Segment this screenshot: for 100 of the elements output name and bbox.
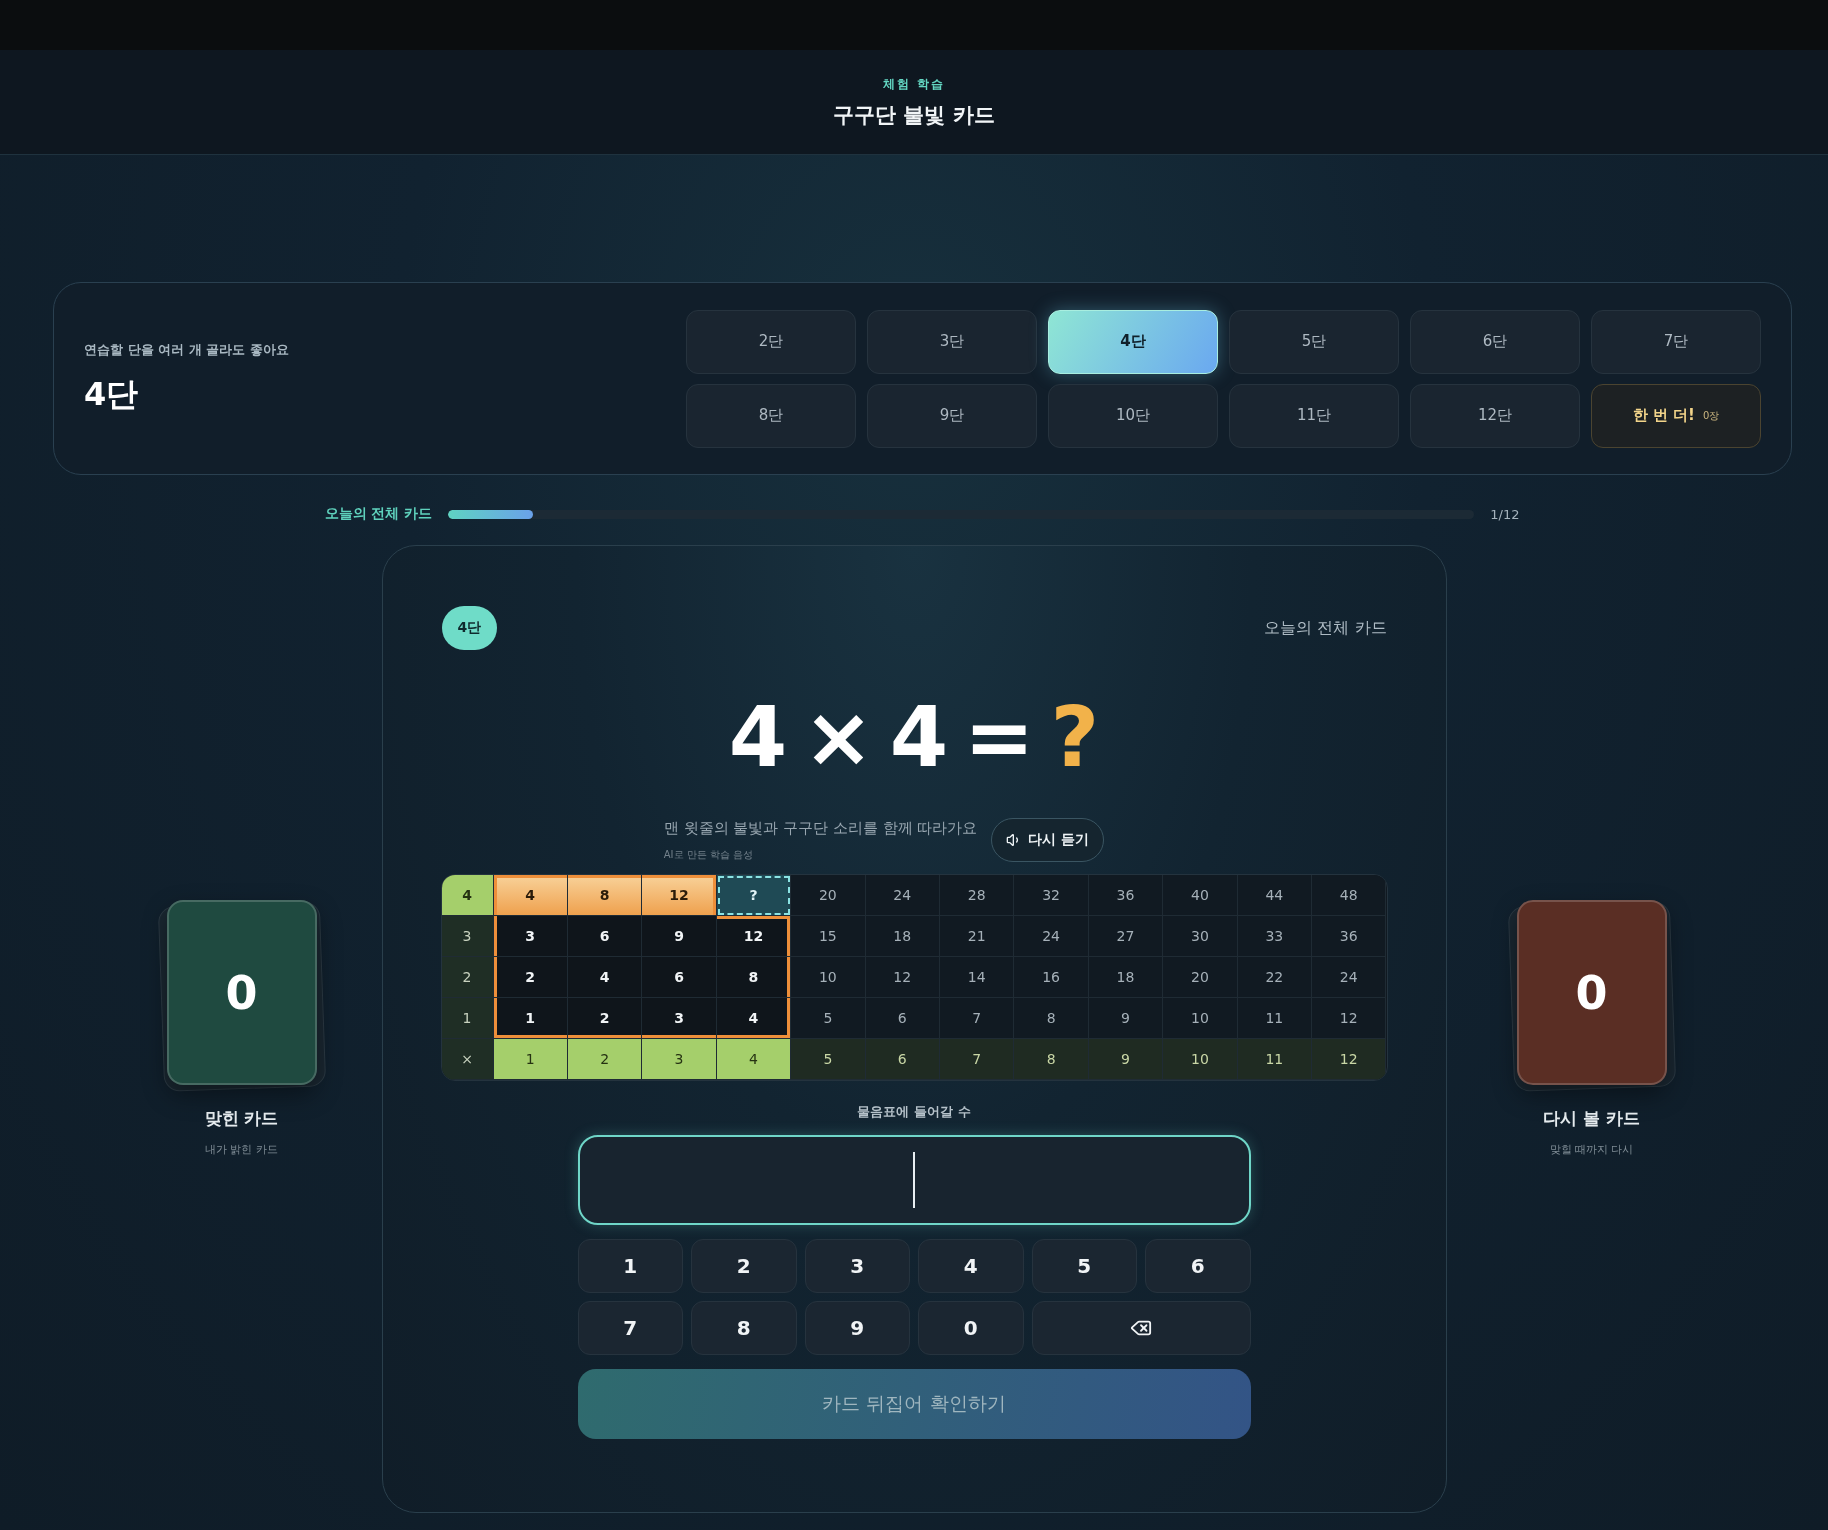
table-cell: 4 bbox=[716, 998, 792, 1039]
table-option[interactable]: 7단 bbox=[1591, 309, 1761, 374]
pile-title: 다시 볼 카드 bbox=[1543, 1107, 1640, 1130]
table-badge: 4단 bbox=[441, 606, 498, 650]
table-cell: 24 bbox=[1312, 957, 1387, 998]
pile-caption: 맞힐 때까지 다시 bbox=[1549, 1142, 1634, 1157]
table-cell: 5 bbox=[791, 998, 866, 1039]
table-cell: 8 bbox=[567, 875, 643, 916]
retry-button[interactable]: 한 번 더! 0장 bbox=[1591, 383, 1761, 448]
table-cell: 9 bbox=[1088, 998, 1164, 1039]
header-eyebrow: 체험 학습 bbox=[882, 75, 946, 93]
table-option[interactable]: 10단 bbox=[1048, 383, 1218, 448]
axis-cell: 2 bbox=[567, 1039, 643, 1080]
axis-cell: 5 bbox=[791, 1039, 866, 1080]
equation-equals: = bbox=[964, 688, 1035, 786]
listening-hint: 맨 윗줄의 불빛과 구구단 소리를 함께 따라가요 bbox=[663, 818, 978, 838]
table-option[interactable]: 3단 bbox=[867, 309, 1037, 374]
text-caret bbox=[913, 1152, 915, 1208]
table-cell: 15 bbox=[791, 916, 866, 957]
table-cell: 18 bbox=[1088, 957, 1164, 998]
deck-label: 오늘의 전체 카드 bbox=[1264, 617, 1387, 639]
answer-label: 물음표에 들어갈 수 bbox=[857, 1103, 971, 1121]
voice-note: AI로 만든 학습 음성 bbox=[663, 847, 755, 862]
axis-cell: 12 bbox=[1312, 1039, 1387, 1080]
table-cell: 33 bbox=[1237, 916, 1313, 957]
table-cell: 32 bbox=[1014, 875, 1089, 916]
digit-key[interactable]: 5 bbox=[1031, 1239, 1137, 1293]
table-cell: 4 bbox=[493, 875, 568, 916]
table-cell: 20 bbox=[791, 875, 866, 916]
table-cell: 21 bbox=[940, 916, 1015, 957]
digit-key[interactable]: 9 bbox=[804, 1301, 910, 1355]
answer-field[interactable] bbox=[577, 1135, 1251, 1225]
table-option[interactable]: 11단 bbox=[1229, 383, 1399, 448]
table-cell: 12 bbox=[716, 916, 792, 957]
table-cell: 2 bbox=[493, 957, 568, 998]
row-header-cell: 3 bbox=[441, 916, 494, 957]
axis-cell: 1 bbox=[493, 1039, 568, 1080]
table-cell: 8 bbox=[1014, 998, 1089, 1039]
table-cell: 30 bbox=[1163, 916, 1238, 957]
table-cell: 12 bbox=[865, 957, 940, 998]
digit-key[interactable]: 2 bbox=[691, 1239, 797, 1293]
table-option[interactable]: 5단 bbox=[1229, 309, 1399, 374]
table-cell: 10 bbox=[791, 957, 866, 998]
table-cell: 16 bbox=[1014, 957, 1089, 998]
table-cell: 24 bbox=[865, 875, 940, 916]
table-cell: 12 bbox=[1312, 998, 1387, 1039]
row-header-cell: 4 bbox=[441, 875, 494, 916]
listen-again-button[interactable]: 다시 듣기 bbox=[991, 818, 1105, 862]
row-header-cell: 2 bbox=[441, 957, 494, 998]
axis-cell: 6 bbox=[865, 1039, 940, 1080]
digit-key[interactable]: 6 bbox=[1145, 1239, 1251, 1293]
equation-unknown: ? bbox=[1050, 688, 1100, 786]
progress-label: 오늘의 전체 카드 bbox=[324, 505, 433, 523]
digit-key[interactable]: 7 bbox=[577, 1301, 683, 1355]
table-cell: 8 bbox=[716, 957, 792, 998]
table-cell: 11 bbox=[1237, 998, 1313, 1039]
table-option[interactable]: 6단 bbox=[1410, 309, 1580, 374]
pile-title: 맞힌 카드 bbox=[204, 1107, 279, 1130]
table-cell: 4 bbox=[567, 957, 643, 998]
table-cell: 12 bbox=[642, 875, 717, 916]
pile-caption: 내가 밝힌 카드 bbox=[205, 1142, 278, 1157]
table-cell: 22 bbox=[1237, 957, 1313, 998]
table-cell: 1 bbox=[493, 998, 568, 1039]
digit-key[interactable]: 3 bbox=[804, 1239, 910, 1293]
table-cell: 36 bbox=[1088, 875, 1164, 916]
table-cell: 9 bbox=[642, 916, 717, 957]
table-cell: 27 bbox=[1088, 916, 1164, 957]
question-cell: ? bbox=[716, 875, 792, 916]
page-title: 구구단 불빛 카드 bbox=[833, 101, 995, 129]
current-table: 4단 bbox=[84, 372, 289, 417]
card-pile: 0 bbox=[1516, 900, 1667, 1085]
table-option[interactable]: 4단 bbox=[1048, 309, 1218, 374]
digit-key[interactable]: 8 bbox=[691, 1301, 797, 1355]
table-cell: 36 bbox=[1312, 916, 1387, 957]
row-header-cell: 1 bbox=[441, 998, 494, 1039]
digit-key[interactable]: 0 bbox=[918, 1301, 1024, 1355]
table-cell: 40 bbox=[1163, 875, 1238, 916]
table-cell: 44 bbox=[1237, 875, 1313, 916]
axis-cell: 10 bbox=[1163, 1039, 1238, 1080]
axis-cell: 11 bbox=[1237, 1039, 1313, 1080]
axis-cell: 7 bbox=[940, 1039, 1015, 1080]
table-option[interactable]: 2단 bbox=[686, 309, 856, 374]
equation-operand: 4 bbox=[889, 688, 949, 786]
table-cell: 24 bbox=[1014, 916, 1089, 957]
equation-operand: 4 bbox=[728, 688, 788, 786]
selector-hint: 연습할 단을 여러 개 골라도 좋아요 bbox=[84, 340, 289, 359]
table-option[interactable]: 9단 bbox=[867, 383, 1037, 448]
table-cell: 3 bbox=[642, 998, 717, 1039]
table-cell: 7 bbox=[940, 998, 1015, 1039]
table-cell: 2 bbox=[567, 998, 643, 1039]
table-cell: 6 bbox=[642, 957, 717, 998]
table-cell: 20 bbox=[1163, 957, 1238, 998]
axis-cell: 8 bbox=[1014, 1039, 1089, 1080]
table-option[interactable]: 8단 bbox=[686, 383, 856, 448]
table-cell: 10 bbox=[1163, 998, 1238, 1039]
card-pile: 0 bbox=[166, 900, 317, 1085]
axis-header-cell: × bbox=[441, 1039, 494, 1080]
digit-key[interactable]: 1 bbox=[577, 1239, 683, 1293]
table-option[interactable]: 12단 bbox=[1410, 383, 1580, 448]
digit-key[interactable]: 4 bbox=[918, 1239, 1024, 1293]
